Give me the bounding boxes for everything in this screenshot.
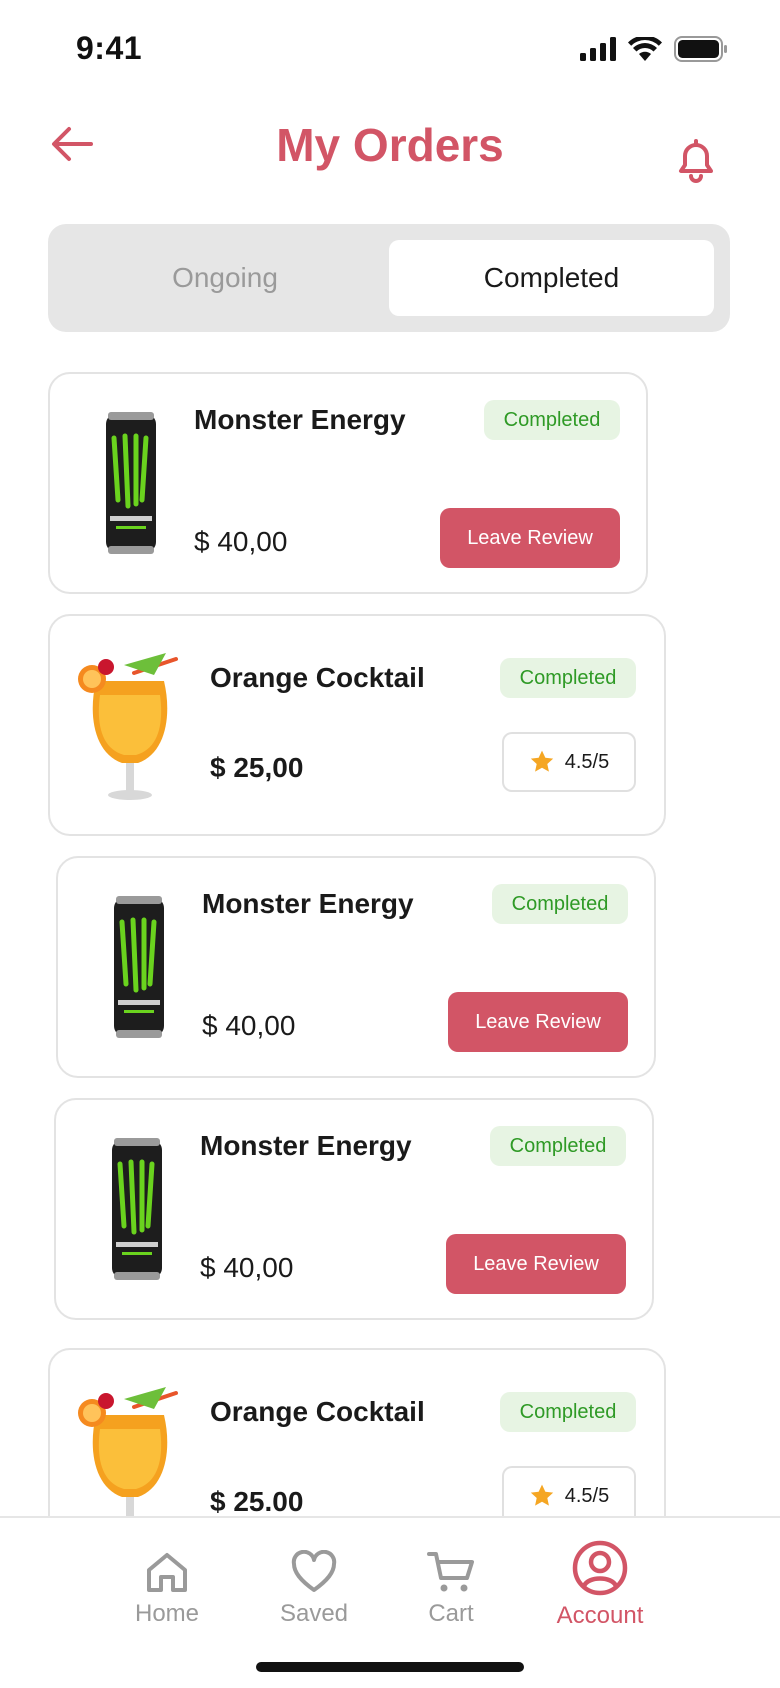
product-price: $ 40,00 [200, 1252, 294, 1283]
product-name: Monster Energy [194, 404, 406, 435]
tab-ongoing[interactable]: Ongoing [64, 240, 386, 316]
account-icon [572, 1540, 628, 1596]
product-price: $ 40,00 [194, 526, 288, 557]
wifi-icon [628, 37, 662, 61]
tab-completed[interactable]: Completed [389, 240, 714, 316]
monster-can-icon [80, 882, 198, 1052]
rating-display: 4.5/5 [502, 732, 636, 792]
nav-saved[interactable]: Saved [244, 1550, 384, 1628]
product-name: Monster Energy [202, 888, 414, 919]
leave-review-button[interactable]: Leave Review [448, 992, 628, 1052]
rating-value: 4.5/5 [564, 750, 610, 773]
cocktail-glass-icon [72, 640, 190, 810]
order-card[interactable]: Monster Energy Completed $ 40,00 Leave R… [48, 372, 648, 594]
bell-icon [679, 139, 713, 183]
nav-cart[interactable]: Cart [381, 1550, 521, 1628]
nav-saved-label: Saved [279, 1600, 349, 1627]
product-price: $ 40,00 [202, 1010, 296, 1041]
orders-list[interactable]: Monster Energy Completed $ 40,00 Leave R… [0, 370, 780, 1516]
status-badge: Completed [484, 400, 620, 440]
star-icon [530, 750, 553, 772]
product-price: $ 25.00 [210, 1486, 304, 1516]
status-badge: Completed [490, 1126, 626, 1166]
status-badge: Completed [492, 884, 628, 924]
monster-can-icon [78, 1124, 196, 1294]
nav-account[interactable]: Account [530, 1540, 670, 1630]
nav-home-label: Home [134, 1600, 200, 1627]
order-card[interactable]: Orange Cocktail Completed $ 25.00 4.5/5 [48, 1348, 666, 1516]
monster-can-icon [72, 398, 190, 568]
product-name: Orange Cocktail [210, 1396, 425, 1427]
header: My Orders [0, 108, 780, 188]
heart-icon [291, 1550, 337, 1592]
product-name: Monster Energy [200, 1130, 412, 1161]
status-badge: Completed [500, 658, 636, 698]
product-name: Orange Cocktail [210, 662, 425, 693]
status-bar: 9:41 [0, 0, 780, 100]
order-card[interactable]: Monster Energy Completed $ 40,00 Leave R… [54, 1098, 654, 1320]
leave-review-button[interactable]: Leave Review [446, 1234, 626, 1294]
nav-cart-label: Cart [428, 1600, 474, 1627]
home-indicator [256, 1662, 524, 1672]
rating-value: 4.5/5 [564, 1484, 610, 1507]
cocktail-glass-icon [72, 1374, 190, 1516]
order-card[interactable]: Orange Cocktail Completed $ 25,00 4.5/5 [48, 614, 666, 836]
status-time: 9:41 [76, 30, 143, 66]
home-icon [147, 1553, 187, 1592]
rating-display: 4.5/5 [502, 1466, 636, 1516]
battery-icon [674, 36, 727, 62]
nav-home[interactable]: Home [97, 1550, 237, 1628]
order-card[interactable]: Monster Energy Completed $ 40,00 Leave R… [56, 856, 656, 1078]
star-icon [530, 1484, 553, 1506]
page-title: My Orders [276, 119, 504, 171]
notifications-button[interactable] [672, 134, 720, 186]
order-status-tabs: Ongoing Completed [48, 224, 730, 332]
status-icons [580, 36, 728, 62]
leave-review-button[interactable]: Leave Review [440, 508, 620, 568]
product-price: $ 25,00 [210, 752, 304, 783]
signal-icon [580, 37, 616, 61]
nav-account-label: Account [556, 1602, 644, 1629]
cart-icon [427, 1552, 474, 1592]
status-badge: Completed [500, 1392, 636, 1432]
